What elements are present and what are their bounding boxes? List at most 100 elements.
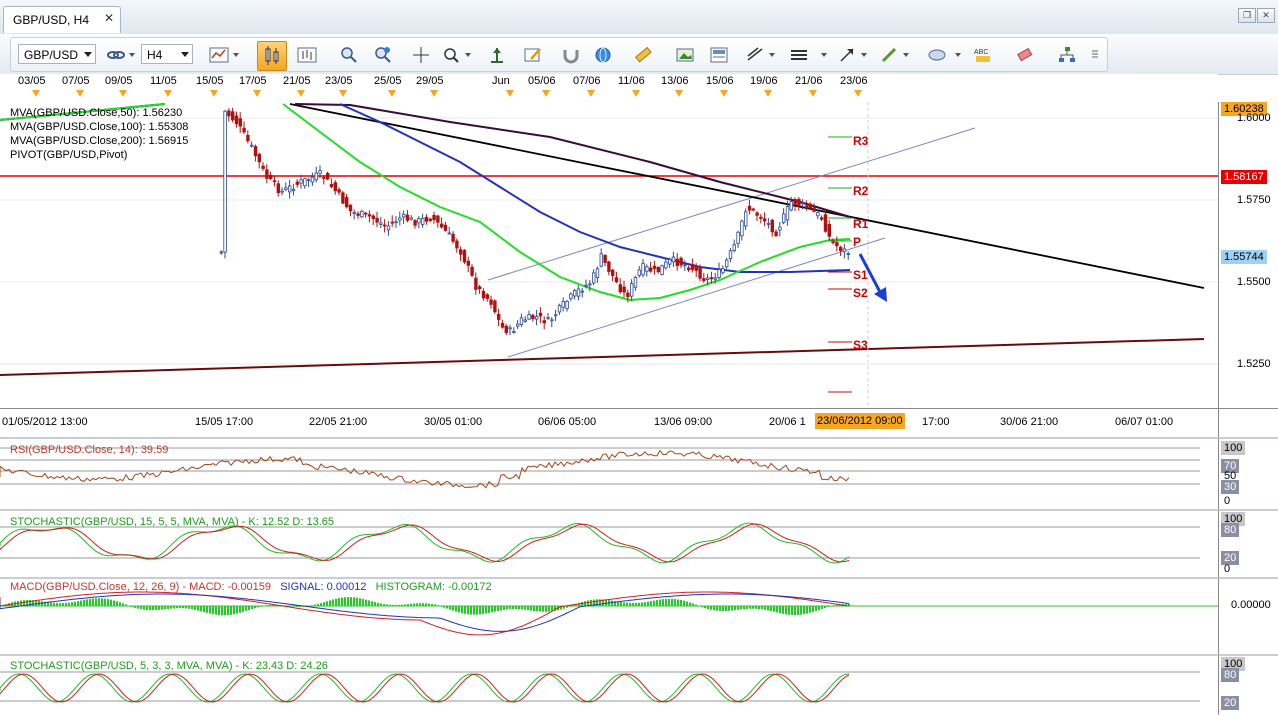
y-resistance-label: 1.58167 bbox=[1221, 170, 1267, 184]
link-icon[interactable] bbox=[106, 45, 126, 65]
ellipse-icon[interactable] bbox=[927, 45, 947, 65]
candle-body bbox=[447, 232, 451, 235]
top-date-label: 21/05 bbox=[283, 75, 311, 87]
magnify-icon[interactable] bbox=[441, 45, 461, 65]
restore-button[interactable]: ❐ bbox=[1238, 8, 1256, 23]
candle-body bbox=[443, 224, 448, 231]
pencil-icon[interactable] bbox=[879, 45, 899, 65]
session-marker-icon bbox=[587, 90, 595, 97]
toolbar-overflow-icon[interactable] bbox=[1091, 46, 1099, 62]
macd-histogram-bar bbox=[686, 601, 688, 607]
macd-histogram-bar bbox=[581, 602, 583, 607]
image-icon[interactable] bbox=[675, 45, 695, 65]
timeframe-select[interactable]: H4 bbox=[141, 44, 193, 64]
candle-body bbox=[280, 190, 284, 193]
trendline-tool-icon[interactable] bbox=[745, 45, 765, 65]
close-button[interactable]: ✕ bbox=[1257, 8, 1275, 23]
candle-body bbox=[227, 110, 231, 117]
stochastic-fast-pane[interactable]: STOCHASTIC(GBP/USD, 5, 3, 3, MVA, MVA) -… bbox=[0, 654, 1218, 715]
eraser-icon[interactable] bbox=[1015, 45, 1035, 65]
chevron-down-icon[interactable] bbox=[129, 53, 135, 57]
stochastic-slow-axis: 100 80 20 0 bbox=[1218, 509, 1278, 577]
chevron-down-icon[interactable] bbox=[821, 53, 827, 57]
chart-type-icon[interactable] bbox=[209, 45, 229, 65]
chart-tab-label: GBP/USD, H4 bbox=[13, 13, 90, 27]
tab-close-icon[interactable]: ✕ bbox=[104, 11, 114, 25]
macd-histogram-bar bbox=[728, 606, 730, 611]
candle-body bbox=[789, 201, 793, 211]
candle-body bbox=[607, 261, 611, 272]
rsi-pane[interactable]: RSI(GBP/USD.Close, 14): 39.59 bbox=[0, 437, 1218, 509]
chevron-down-icon[interactable] bbox=[903, 53, 909, 57]
top-date-label: 15/05 bbox=[196, 75, 224, 87]
arrow-tool-icon[interactable] bbox=[837, 45, 857, 65]
horizontal-line-icon[interactable] bbox=[789, 45, 809, 65]
chevron-down-icon[interactable] bbox=[769, 53, 775, 57]
symbol-select[interactable]: GBP/USD bbox=[18, 44, 96, 64]
stochastic-slow-pane[interactable]: STOCHASTIC(GBP/USD, 15, 5, 5, MVA, MVA) … bbox=[0, 509, 1218, 577]
session-marker-icon bbox=[297, 90, 305, 97]
macd-histogram-bar bbox=[758, 606, 760, 609]
candle-body bbox=[835, 242, 839, 247]
bar-chart-icon[interactable] bbox=[297, 45, 317, 65]
session-marker-icon bbox=[339, 90, 347, 97]
candle-body bbox=[588, 283, 592, 286]
candle-body bbox=[683, 264, 687, 267]
macd-histogram-bar bbox=[800, 606, 802, 615]
auto-scroll-icon[interactable] bbox=[487, 45, 507, 65]
edit-icon[interactable] bbox=[523, 45, 543, 65]
session-marker-icon bbox=[675, 90, 683, 97]
chevron-down-icon[interactable] bbox=[233, 53, 239, 57]
candle-body bbox=[744, 211, 748, 227]
template-icon[interactable] bbox=[709, 45, 729, 65]
macd-histogram-bar bbox=[488, 606, 490, 613]
crosshair-icon[interactable] bbox=[411, 45, 431, 65]
candle-body bbox=[622, 286, 626, 293]
object-tree-icon[interactable] bbox=[1057, 45, 1077, 65]
arrow-head-icon bbox=[874, 287, 887, 302]
zoom-out-icon[interactable] bbox=[373, 45, 393, 65]
candle-body bbox=[466, 260, 470, 266]
macd-histogram-bar bbox=[719, 606, 721, 611]
svg-text:ABC: ABC bbox=[974, 49, 988, 56]
session-marker-icon bbox=[720, 90, 728, 97]
macd-histogram-bar bbox=[635, 602, 637, 607]
macd-histogram-bar bbox=[506, 606, 508, 610]
macd-histogram-bar bbox=[497, 606, 499, 611]
macd-histogram-bar bbox=[59, 603, 61, 607]
candle-body bbox=[405, 214, 410, 221]
macd-histogram-bar bbox=[668, 598, 670, 607]
candle-body bbox=[766, 222, 771, 225]
price-chart-pane[interactable]: R3 R2 R1 P S1 S2 S3 MVA(GBP/USD.Close,50): 1.5… bbox=[0, 102, 1218, 408]
macd-histogram-bar bbox=[752, 606, 754, 609]
bottom-date-label: 30/05 01:00 bbox=[424, 416, 483, 428]
candle-body bbox=[713, 277, 717, 280]
chevron-down-icon[interactable] bbox=[955, 53, 961, 57]
macd-histogram-bar bbox=[623, 602, 625, 607]
macd-histogram-bar bbox=[137, 606, 139, 609]
macd-histogram-bar bbox=[206, 606, 208, 613]
candle-body bbox=[238, 118, 242, 127]
candlestick-icon[interactable] bbox=[257, 41, 287, 71]
chevron-down-icon[interactable] bbox=[861, 53, 867, 57]
macd-histogram-bar bbox=[377, 602, 379, 607]
candle-body bbox=[356, 213, 360, 216]
candle-body bbox=[770, 219, 774, 233]
chart-tab[interactable]: GBP/USD, H4 ✕ bbox=[3, 6, 121, 33]
candle-body bbox=[671, 256, 676, 263]
text-label-icon[interactable]: ABC bbox=[973, 45, 993, 65]
candle-body bbox=[508, 327, 512, 330]
macd-histogram-bar bbox=[86, 599, 88, 607]
candle-body bbox=[291, 188, 296, 192]
candle-body bbox=[424, 216, 429, 222]
candle-body bbox=[641, 263, 645, 276]
zoom-in-icon[interactable] bbox=[339, 45, 359, 65]
chevron-down-icon[interactable] bbox=[465, 53, 471, 57]
ruler-icon[interactable] bbox=[633, 45, 653, 65]
macd-histogram-bar bbox=[518, 606, 520, 610]
magnet-icon[interactable] bbox=[561, 45, 581, 65]
macd-pane[interactable]: MACD(GBP/USD.Close, 12, 26, 9) - MACD: -… bbox=[0, 577, 1218, 654]
globe-icon[interactable] bbox=[593, 45, 613, 65]
macd-histogram-bar bbox=[698, 605, 700, 607]
candle-body bbox=[485, 294, 489, 299]
